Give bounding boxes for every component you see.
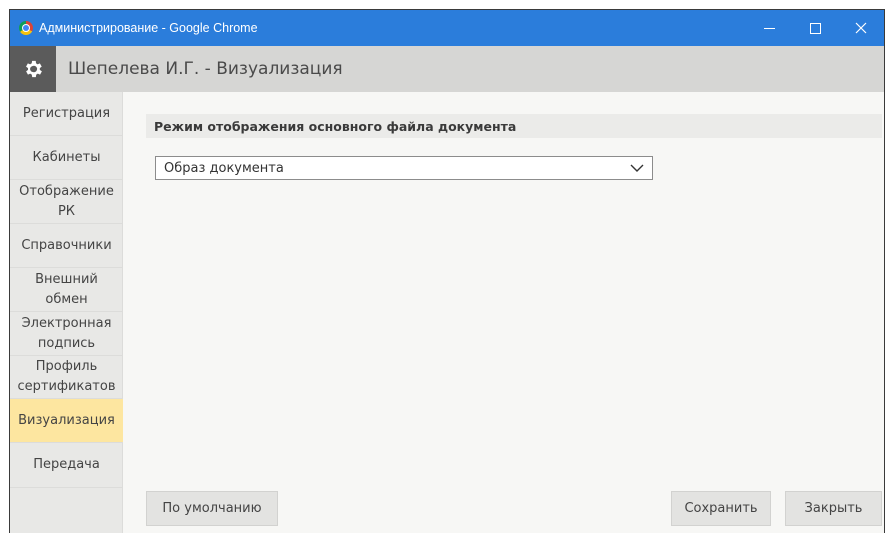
sidebar-item-label: Внешний обмен [35,271,98,307]
maximize-button[interactable] [792,10,838,46]
sidebar-item-label: Профиль сертификатов [17,359,116,394]
browser-window: Администрирование - Google Chrome Шепеле… [9,9,885,533]
chrome-icon [19,21,33,35]
sidebar-item-certificate-profile[interactable]: Профиль сертификатов [10,356,123,399]
section-header: Режим отображения основного файла докуме… [146,114,882,138]
minimize-icon [763,27,775,29]
sidebar-item-label: Визуализация [18,412,115,428]
sidebar-item-label: Электронная подпись [21,315,112,351]
sidebar-item-visualization[interactable]: Визуализация [10,399,123,443]
display-mode-select[interactable]: Образ документа [155,156,653,180]
sidebar-item-label: Справочники [21,237,112,253]
sidebar-item-label: Регистрация [22,105,111,121]
gear-icon [26,60,42,78]
sidebar-item-e-signature[interactable]: Электронная подпись [10,312,123,356]
sidebar-item-cabinets[interactable]: Кабинеты [10,136,123,180]
sidebar-item-registration[interactable]: Регистрация [10,92,123,136]
close-button[interactable]: Закрыть [785,491,882,526]
sidebar-item-external-exchange[interactable]: Внешний обмен [10,268,123,312]
sidebar: Регистрация Кабинеты Отображение РК Спра… [10,92,123,533]
save-button[interactable]: Сохранить [671,491,771,526]
sidebar-item-rk-display[interactable]: Отображение РК [10,180,123,224]
title-bar: Администрирование - Google Chrome [10,10,884,46]
settings-button[interactable] [10,46,56,92]
sidebar-item-label: Отображение РК [19,183,114,219]
sidebar-item-transfer[interactable]: Передача [10,443,123,488]
page-title: Шепелева И.Г. - Визуализация [68,59,343,79]
sidebar-item-directories[interactable]: Справочники [10,224,123,268]
chevron-down-icon [630,164,644,172]
window-title: Администрирование - Google Chrome [39,21,258,35]
select-value: Образ документа [164,160,284,176]
sidebar-item-label: Передача [33,457,100,472]
sidebar-item-label: Кабинеты [32,149,101,165]
close-icon [855,22,867,34]
minimize-button[interactable] [746,10,792,46]
default-button[interactable]: По умолчанию [146,491,278,526]
maximize-icon [809,22,821,34]
app-header: Шепелева И.Г. - Визуализация [10,46,884,92]
close-window-button[interactable] [838,10,884,46]
